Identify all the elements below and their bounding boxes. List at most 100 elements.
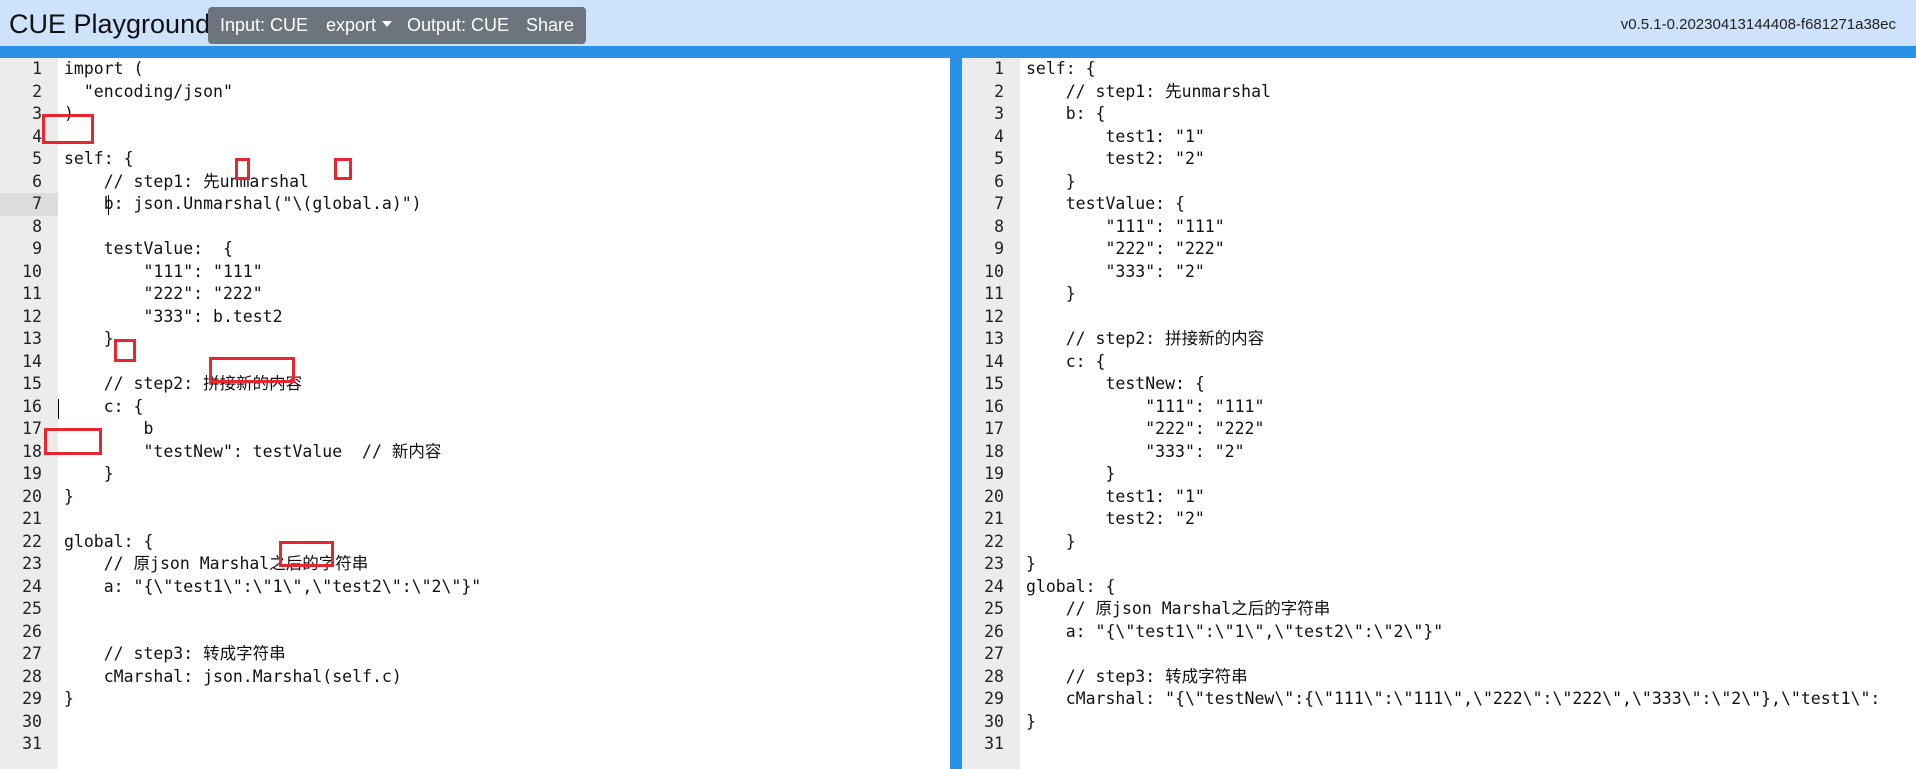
code-line[interactable]: 23 // 原json Marshal之后的字符串 — [0, 553, 950, 576]
code-line[interactable]: 28 cMarshal: json.Marshal(self.c) — [0, 666, 950, 689]
code-line[interactable]: 4 test1: "1" — [962, 126, 1916, 149]
code-line[interactable]: 5 self: { — [0, 148, 950, 171]
code-line[interactable]: 2 "encoding/json" — [0, 81, 950, 104]
code-line[interactable]: 18 "testNew": testValue // 新内容 — [0, 441, 950, 464]
line-number: 11 — [22, 284, 42, 303]
input-editor[interactable]: 1 import (2 "encoding/json" 3) 4 5 self: {6 /… — [0, 58, 950, 769]
code-line[interactable]: 13 // step2: 拼接新的内容 — [962, 328, 1916, 351]
line-number: 4 — [994, 126, 1004, 146]
code-line[interactable]: 20} — [0, 486, 950, 509]
code-line[interactable]: 4 — [0, 126, 950, 149]
code-line[interactable]: 25 — [0, 598, 950, 621]
code-line[interactable]: 15 // step2: 拼接新的内容 — [0, 373, 950, 396]
code-line[interactable]: 20 test1: "1" — [962, 486, 1916, 509]
code-line[interactable]: 3 b: { — [962, 103, 1916, 126]
header-accent-bar — [0, 46, 1916, 58]
code-line[interactable]: 21 — [0, 508, 950, 531]
code-line[interactable]: 11 } — [962, 283, 1916, 306]
line-number: 29 — [22, 689, 42, 708]
line-number: 21 — [22, 509, 42, 528]
code-line[interactable]: 28 // step3: 转成字符串 — [962, 666, 1916, 689]
code-line[interactable]: 10 "111": "111" — [0, 261, 950, 284]
code-line[interactable]: 3) — [0, 103, 950, 126]
code-line[interactable]: 23} — [962, 553, 1916, 576]
code-line[interactable]: 13 } — [0, 328, 950, 351]
export-dropdown-button[interactable]: export — [314, 7, 405, 44]
code-text: b: { — [1026, 104, 1106, 123]
line-number: 24 — [22, 576, 42, 596]
code-text: } — [1026, 531, 1076, 551]
code-line[interactable]: 8 "111": "111" — [962, 216, 1916, 239]
code-line[interactable]: 8 — [0, 216, 950, 239]
code-text: c: { — [64, 396, 144, 416]
line-number: 30 — [22, 711, 42, 731]
code-line[interactable]: 9 "222": "222" — [962, 238, 1916, 261]
code-text: // 原json Marshal之后的字符串 — [1026, 599, 1331, 618]
line-number: 21 — [984, 509, 1004, 528]
code-text: "333": "2" — [1026, 261, 1205, 281]
pane-divider[interactable] — [950, 58, 962, 769]
input-code-area[interactable]: 1 import (2 "encoding/json" 3) 4 5 self: {6 /… — [0, 58, 950, 756]
code-text: "333": b.test2 — [64, 306, 283, 326]
code-line[interactable]: 15 testNew: { — [962, 373, 1916, 396]
code-line[interactable]: 31 — [962, 733, 1916, 756]
code-line[interactable]: 24 a: "{\"test1\":\"1\",\"test2\":\"2\"}… — [0, 576, 950, 599]
code-line[interactable]: 12 — [962, 306, 1916, 329]
code-line[interactable]: 25 // 原json Marshal之后的字符串 — [962, 598, 1916, 621]
code-line[interactable]: 11 "222": "222" — [0, 283, 950, 306]
code-line[interactable]: 14 — [0, 351, 950, 374]
code-text: a: "{\"test1\":\"1\",\"test2\":\"2\"}" — [1026, 621, 1444, 641]
code-line[interactable]: 21 test2: "2" — [962, 508, 1916, 531]
code-line[interactable]: 6 } — [962, 171, 1916, 194]
code-line[interactable]: 26 a: "{\"test1\":\"1\",\"test2\":\"2\"}… — [962, 621, 1916, 644]
code-line[interactable]: 14 c: { — [962, 351, 1916, 374]
share-button[interactable]: Share — [514, 7, 587, 44]
line-number: 28 — [22, 666, 42, 686]
top-navbar: CUE Playground Input: CUE export Output:… — [0, 0, 1916, 46]
code-line[interactable]: 19 } — [0, 463, 950, 486]
code-text: // step2: 拼接新的内容 — [64, 374, 303, 393]
line-number: 22 — [22, 531, 42, 551]
code-line[interactable]: 29 cMarshal: "{\"testNew\":{\"111\":\"11… — [962, 688, 1916, 711]
code-line[interactable]: 16 c: { — [0, 396, 950, 419]
code-line[interactable]: 27 // step3: 转成字符串 — [0, 643, 950, 666]
code-line[interactable]: 27 — [962, 643, 1916, 666]
code-line[interactable]: 30} — [962, 711, 1916, 734]
code-text: "333": "2" — [1026, 441, 1245, 461]
code-line[interactable]: 6 // step1: 先unmarshal — [0, 171, 950, 194]
line-number: 15 — [984, 374, 1004, 393]
code-text: "222": "222" — [64, 284, 263, 303]
line-number: 13 — [22, 329, 42, 348]
code-line[interactable]: 7 b: json.Unmarshal("\(global.a)") — [0, 193, 950, 216]
app-title: CUE Playground — [9, 9, 211, 39]
code-line[interactable]: 18 "333": "2" — [962, 441, 1916, 464]
code-line[interactable]: 1 self: { — [962, 58, 1916, 81]
code-line[interactable]: 9 testValue: { — [0, 238, 950, 261]
code-line[interactable]: 30 — [0, 711, 950, 734]
code-line[interactable]: 19 } — [962, 463, 1916, 486]
code-line[interactable]: 26 — [0, 621, 950, 644]
output-code-area[interactable]: 1 self: {2 // step1: 先unmarshal 3 b: {4 te… — [962, 58, 1916, 756]
code-line[interactable]: 1 import ( — [0, 58, 950, 81]
code-line[interactable]: 16 "111": "111" — [962, 396, 1916, 419]
code-line[interactable]: 29} — [0, 688, 950, 711]
line-number: 7 — [32, 194, 42, 213]
code-line[interactable]: 2 // step1: 先unmarshal — [962, 81, 1916, 104]
code-line[interactable]: 5 test2: "2" — [962, 148, 1916, 171]
code-text: } — [64, 464, 114, 483]
code-line[interactable]: 7 testValue: { — [962, 193, 1916, 216]
code-text: test2: "2" — [1026, 509, 1205, 528]
code-line[interactable]: 24 global: { — [962, 576, 1916, 599]
code-line[interactable]: 17 "222": "222" — [962, 418, 1916, 441]
share-label: Share — [526, 15, 575, 35]
code-line[interactable]: 10 "333": "2" — [962, 261, 1916, 284]
code-text: "222": "222" — [1026, 239, 1225, 258]
code-line[interactable]: 31 — [0, 733, 950, 756]
output-editor[interactable]: 1 self: {2 // step1: 先unmarshal 3 b: {4 te… — [962, 58, 1916, 769]
code-line[interactable]: 22 } — [962, 531, 1916, 554]
code-text: cMarshal: "{\"testNew\":{\"111\":\"111\"… — [1026, 689, 1881, 708]
line-number: 20 — [22, 486, 42, 506]
code-line[interactable]: 12 "333": b.test2 — [0, 306, 950, 329]
code-line[interactable]: 22 global: { — [0, 531, 950, 554]
code-line[interactable]: 17 b — [0, 418, 950, 441]
